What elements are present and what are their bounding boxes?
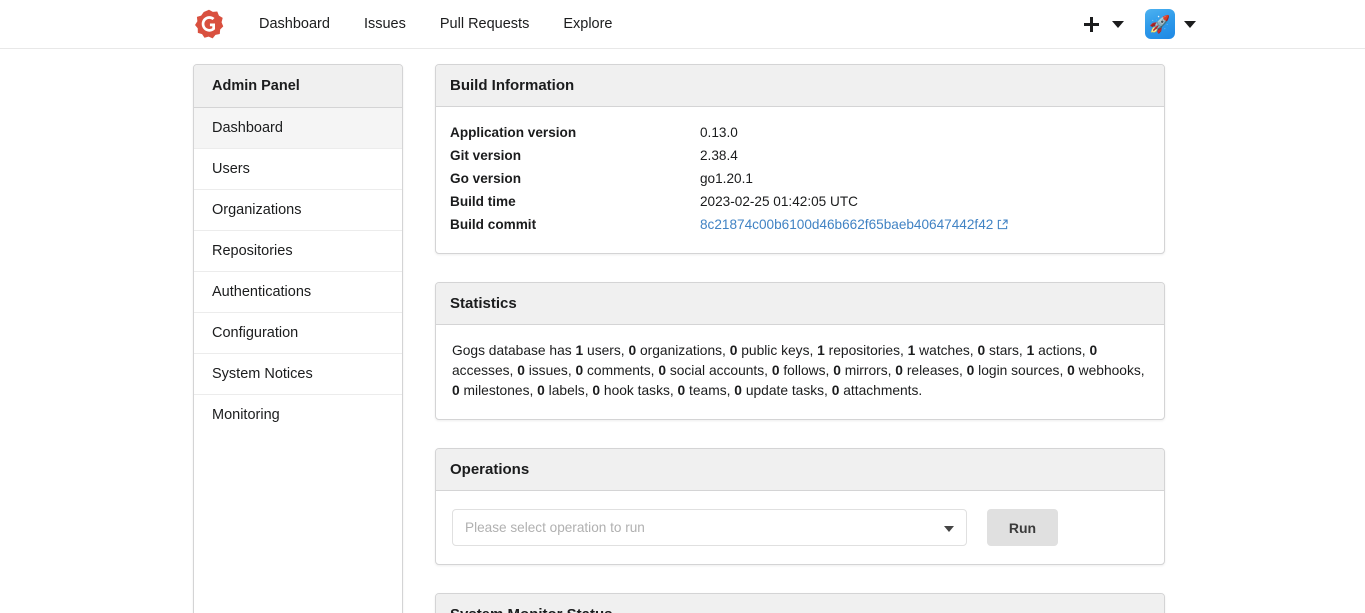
sidebar-item-dashboard[interactable]: Dashboard bbox=[194, 108, 402, 149]
user-menu-chevron-down-icon[interactable] bbox=[1175, 0, 1205, 48]
gogs-logo-icon[interactable] bbox=[194, 9, 224, 39]
statistic-count: 0 bbox=[833, 363, 841, 378]
nav-link-explore[interactable]: Explore bbox=[546, 0, 629, 48]
system-monitor-status-panel: System Monitor Status Server Uptime 5 ho… bbox=[435, 593, 1165, 613]
statistics-text: Gogs database has 1 users, 0 organizatio… bbox=[450, 339, 1150, 403]
build-commit-link[interactable]: 8c21874c00b6100d46b662f65baeb40647442f42 bbox=[700, 217, 993, 232]
run-button[interactable]: Run bbox=[987, 509, 1058, 546]
plus-icon[interactable] bbox=[1079, 0, 1103, 48]
sidebar-item-configuration[interactable]: Configuration bbox=[194, 313, 402, 354]
statistic-count: 0 bbox=[678, 383, 686, 398]
operation-select-placeholder: Please select operation to run bbox=[465, 520, 645, 535]
statistic-count: 0 bbox=[832, 383, 840, 398]
statistic-count: 0 bbox=[1067, 363, 1075, 378]
statistic-count: 0 bbox=[537, 383, 545, 398]
system-monitor-status-title: System Monitor Status bbox=[436, 594, 1164, 613]
statistic-count: 0 bbox=[730, 343, 738, 358]
operations-panel: Operations Please select operation to ru… bbox=[435, 448, 1165, 565]
admin-sidebar: Admin Panel Dashboard Users Organization… bbox=[193, 64, 403, 613]
statistic-count: 0 bbox=[658, 363, 666, 378]
table-row: Application version 0.13.0 bbox=[450, 121, 1150, 144]
sidebar-item-organizations[interactable]: Organizations bbox=[194, 190, 402, 231]
navbar-right-actions: 🚀 bbox=[1079, 0, 1205, 48]
table-row: Build commit 8c21874c00b6100d46b662f65ba… bbox=[450, 213, 1150, 237]
build-commit-label: Build commit bbox=[450, 213, 700, 237]
statistic-count: 0 bbox=[592, 383, 600, 398]
app-version-label: Application version bbox=[450, 121, 700, 144]
avatar[interactable]: 🚀 bbox=[1145, 9, 1175, 39]
sidebar-item-system-notices[interactable]: System Notices bbox=[194, 354, 402, 395]
statistic-count: 0 bbox=[517, 363, 525, 378]
table-row: Go version go1.20.1 bbox=[450, 167, 1150, 190]
top-navbar: Dashboard Issues Pull Requests Explore 🚀 bbox=[0, 0, 1365, 49]
sidebar-item-repositories[interactable]: Repositories bbox=[194, 231, 402, 272]
build-information-title: Build Information bbox=[436, 65, 1164, 107]
statistic-count: 0 bbox=[772, 363, 780, 378]
statistic-count: 0 bbox=[628, 343, 636, 358]
statistic-count: 0 bbox=[575, 363, 583, 378]
app-version-value: 0.13.0 bbox=[700, 121, 1150, 144]
operation-select[interactable]: Please select operation to run bbox=[452, 509, 967, 546]
nav-link-pull-requests[interactable]: Pull Requests bbox=[423, 0, 546, 48]
sidebar-item-users[interactable]: Users bbox=[194, 149, 402, 190]
statistic-count: 0 bbox=[734, 383, 742, 398]
create-menu-chevron-down-icon[interactable] bbox=[1103, 0, 1133, 48]
statistic-count: 1 bbox=[1027, 343, 1035, 358]
statistic-count: 0 bbox=[967, 363, 975, 378]
page-container: Admin Panel Dashboard Users Organization… bbox=[0, 49, 1365, 613]
go-version-label: Go version bbox=[450, 167, 700, 190]
chevron-down-icon[interactable] bbox=[944, 526, 954, 532]
external-link-icon[interactable] bbox=[997, 217, 1008, 234]
go-version-value: go1.20.1 bbox=[700, 167, 1150, 190]
operations-title: Operations bbox=[436, 449, 1164, 491]
statistic-count: 0 bbox=[977, 343, 985, 358]
table-row: Git version 2.38.4 bbox=[450, 144, 1150, 167]
build-time-value: 2023-02-25 01:42:05 UTC bbox=[700, 190, 1150, 213]
statistic-count: 1 bbox=[817, 343, 825, 358]
statistic-count: 1 bbox=[576, 343, 584, 358]
main-content: Build Information Application version 0.… bbox=[435, 64, 1165, 613]
statistic-count: 0 bbox=[1089, 343, 1097, 358]
nav-link-issues[interactable]: Issues bbox=[347, 0, 423, 48]
table-row: Build time 2023-02-25 01:42:05 UTC bbox=[450, 190, 1150, 213]
statistics-panel: Statistics Gogs database has 1 users, 0 … bbox=[435, 282, 1165, 420]
git-version-value: 2.38.4 bbox=[700, 144, 1150, 167]
nav-link-dashboard[interactable]: Dashboard bbox=[242, 0, 347, 48]
git-version-label: Git version bbox=[450, 144, 700, 167]
statistic-count: 1 bbox=[908, 343, 916, 358]
build-commit-value: 8c21874c00b6100d46b662f65baeb40647442f42 bbox=[700, 213, 1150, 237]
statistic-count: 0 bbox=[452, 383, 460, 398]
statistic-count: 0 bbox=[895, 363, 903, 378]
statistics-title: Statistics bbox=[436, 283, 1164, 325]
sidebar-item-authentications[interactable]: Authentications bbox=[194, 272, 402, 313]
build-time-label: Build time bbox=[450, 190, 700, 213]
sidebar-title: Admin Panel bbox=[194, 65, 402, 108]
build-information-table: Application version 0.13.0 Git version 2… bbox=[450, 121, 1150, 237]
sidebar-item-monitoring[interactable]: Monitoring bbox=[194, 395, 402, 435]
build-information-panel: Build Information Application version 0.… bbox=[435, 64, 1165, 254]
